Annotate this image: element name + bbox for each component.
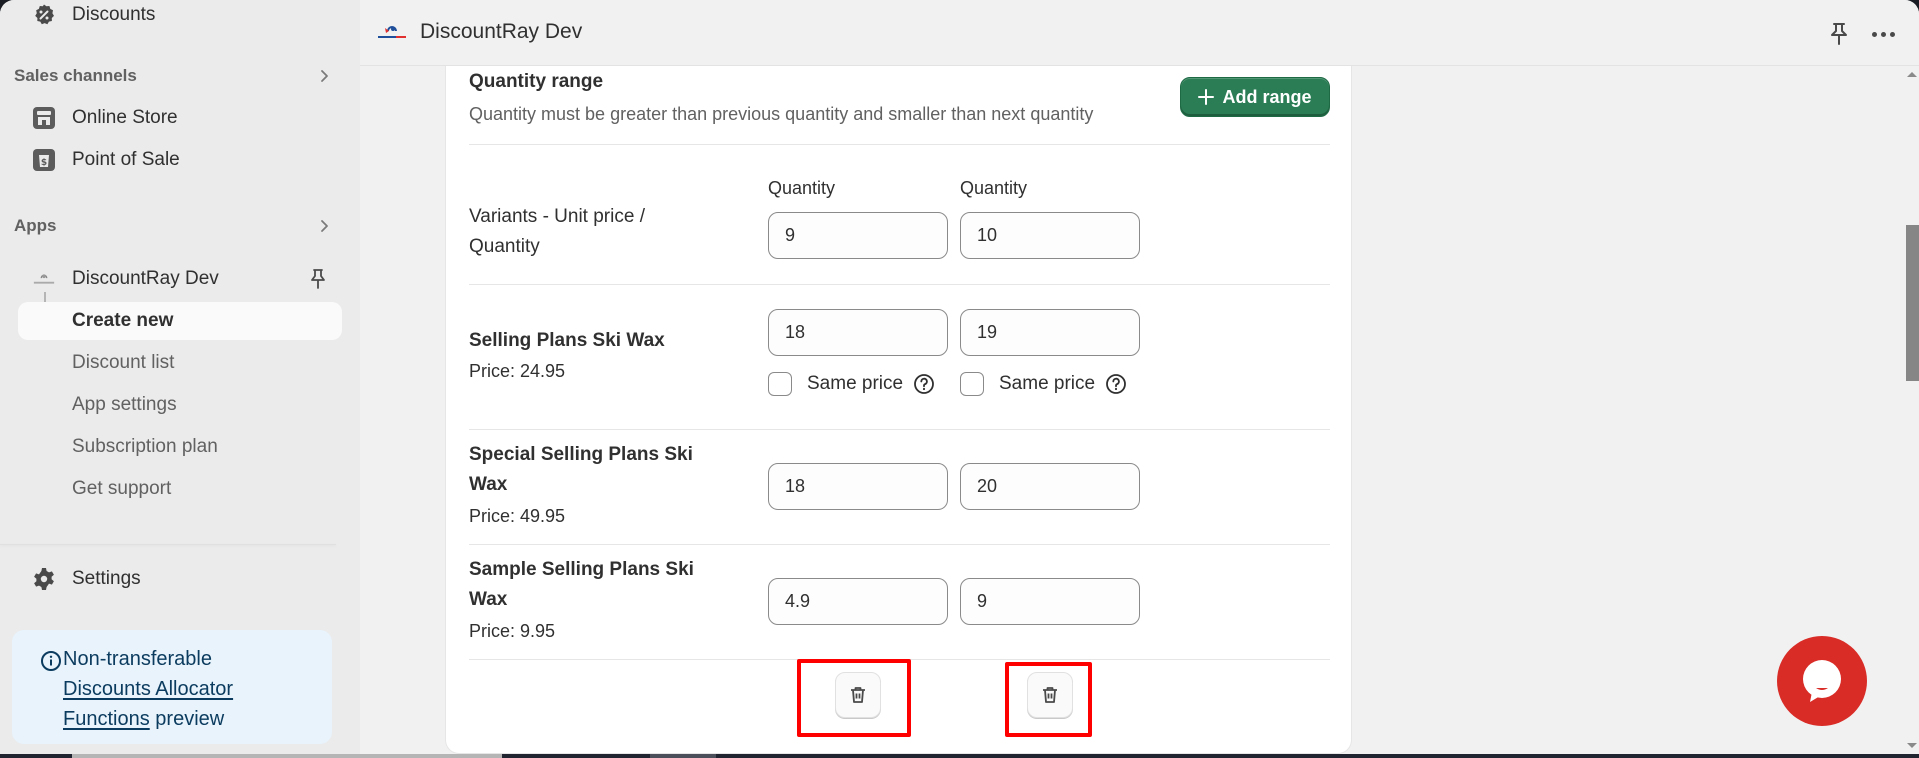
discountray-logo-icon — [32, 267, 56, 291]
pin-icon[interactable] — [1828, 22, 1850, 46]
pin-icon[interactable] — [308, 268, 328, 290]
column-header-quantity-2: Quantity — [960, 178, 1028, 198]
divider — [469, 144, 1330, 145]
quantity-input[interactable] — [960, 463, 1140, 510]
checkbox[interactable] — [960, 372, 984, 396]
sales-channels-header[interactable]: Sales channels — [14, 62, 342, 90]
section-label: Apps — [14, 216, 57, 235]
discountray-logo-icon — [378, 26, 406, 38]
section-title: Quantity range — [469, 71, 604, 92]
app-window: Discounts Sales channels Online Store $ … — [0, 0, 1919, 754]
quantity-input[interactable] — [768, 212, 948, 259]
chevron-right-icon — [321, 220, 328, 232]
sidebar-item-online-store[interactable]: Online Store — [18, 99, 342, 137]
quantity-input[interactable] — [960, 578, 1140, 625]
add-range-button[interactable]: Add range — [1180, 77, 1330, 117]
notice-text: Non-transferable — [63, 648, 212, 670]
scroll-up-arrow[interactable] — [1907, 72, 1917, 77]
sidebar-item-discountray-dev[interactable]: DiscountRay Dev — [18, 260, 342, 298]
sidebar-item-label: Subscription plan — [72, 436, 218, 457]
sidebar-item-label: Online Store — [72, 107, 178, 128]
app-title: DiscountRay Dev — [420, 20, 583, 43]
column-header-quantity-1: Quantity — [768, 178, 836, 198]
divider — [469, 544, 1330, 545]
delete-range-button[interactable] — [1027, 672, 1073, 718]
chevron-right-icon — [321, 70, 328, 82]
sidebar: Discounts Sales channels Online Store $ … — [0, 0, 360, 754]
row-label: Special Selling Plans Ski Wax — [469, 444, 693, 495]
preview-notice: Non-transferable Discounts Allocator Fun… — [12, 630, 332, 744]
same-price-checkbox[interactable]: Same price — [768, 371, 935, 397]
apps-header[interactable]: Apps — [14, 212, 342, 240]
section-label: Sales channels — [14, 66, 137, 85]
row-label: Variants - Unit price / Quantity — [469, 206, 645, 257]
quantity-input[interactable] — [768, 463, 948, 510]
quantity-input[interactable] — [768, 309, 948, 356]
more-actions-button[interactable] — [1868, 22, 1898, 46]
gear-icon — [32, 567, 56, 591]
sidebar-item-label: Create new — [72, 310, 174, 331]
checkbox[interactable] — [768, 372, 792, 396]
sidebar-item-label: App settings — [72, 394, 177, 415]
help-icon[interactable] — [913, 373, 935, 395]
row-price: Price: 49.95 — [469, 506, 566, 526]
divider — [469, 284, 1330, 285]
scroll-down-arrow[interactable] — [1907, 743, 1917, 748]
row-price: Price: 9.95 — [469, 621, 556, 641]
taskbar-segment — [650, 754, 716, 758]
divider — [469, 429, 1330, 430]
quantity-input[interactable] — [960, 309, 1140, 356]
sidebar-item-label: DiscountRay Dev — [72, 268, 219, 289]
sidebar-item-discounts[interactable]: Discounts — [18, 0, 342, 34]
trash-icon — [851, 687, 865, 703]
sidebar-item-point-of-sale[interactable]: $ Point of Sale — [18, 141, 342, 179]
svg-text:$: $ — [41, 158, 47, 168]
sidebar-item-get-support[interactable]: Get support — [18, 470, 342, 508]
sidebar-item-label: Discounts — [72, 4, 156, 25]
quantity-range-card: Quantity range Quantity must be greater … — [445, 66, 1352, 754]
section-description: Quantity must be greater than previous q… — [469, 104, 1094, 124]
pos-icon: $ — [32, 148, 56, 172]
trash-icon — [1043, 687, 1057, 703]
same-price-checkbox[interactable]: Same price — [960, 371, 1127, 397]
quantity-input[interactable] — [768, 578, 948, 625]
info-icon — [41, 651, 61, 671]
divider — [469, 659, 1330, 660]
checkbox-label: Same price — [999, 373, 1096, 394]
notice-suffix: preview — [155, 708, 225, 730]
sidebar-item-discount-list[interactable]: Discount list — [18, 344, 342, 382]
store-icon — [32, 106, 56, 130]
taskbar-strip — [0, 754, 1919, 758]
delete-range-button[interactable] — [835, 672, 881, 718]
row-label: Sample Selling Plans Ski Wax — [469, 559, 694, 610]
chat-widget-button[interactable] — [1777, 636, 1867, 726]
help-icon[interactable] — [1105, 373, 1127, 395]
sidebar-item-label: Discount list — [72, 352, 175, 373]
functions-link[interactable]: Functions — [63, 708, 150, 730]
scrollbar-thumb[interactable] — [1906, 225, 1919, 381]
plus-icon — [1198, 89, 1215, 105]
sidebar-item-label: Settings — [72, 568, 141, 589]
discount-badge-icon — [32, 3, 56, 27]
sidebar-item-label: Get support — [72, 478, 172, 499]
discounts-allocator-link[interactable]: Discounts Allocator — [63, 678, 233, 700]
vertical-scrollbar[interactable] — [1904, 66, 1919, 754]
sidebar-divider — [0, 544, 336, 545]
sidebar-item-settings[interactable]: Settings — [18, 560, 342, 598]
app-header: DiscountRay Dev — [360, 0, 1919, 66]
sidebar-item-label: Point of Sale — [72, 149, 180, 170]
sidebar-item-subscription-plan[interactable]: Subscription plan — [18, 428, 342, 466]
add-range-label: Add range — [1222, 86, 1312, 107]
row-label: Selling Plans Ski Wax — [469, 330, 665, 351]
sidebar-item-create-new[interactable]: Create new — [18, 302, 342, 340]
quantity-input[interactable] — [960, 212, 1140, 259]
chat-icon — [1803, 660, 1841, 702]
row-price: Price: 24.95 — [469, 361, 566, 381]
taskbar-segment — [72, 754, 502, 758]
checkbox-label: Same price — [807, 373, 904, 394]
sidebar-item-app-settings[interactable]: App settings — [18, 386, 342, 424]
